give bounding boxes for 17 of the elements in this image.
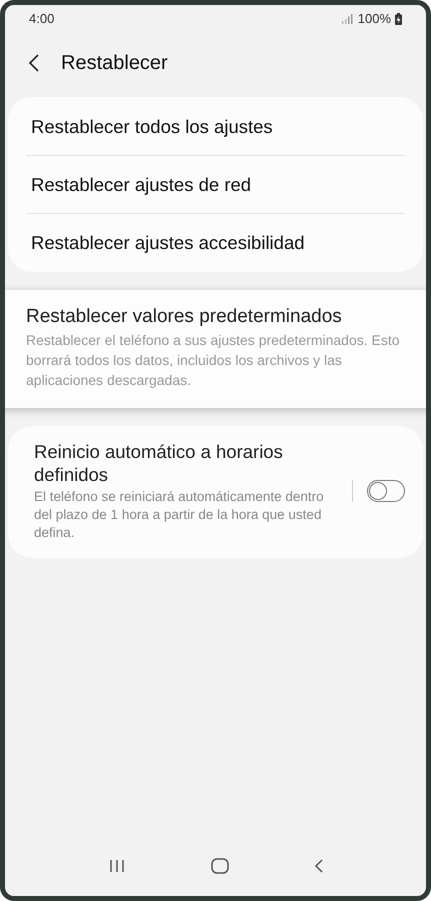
- option-title: Reinicio automático a horarios definidos: [34, 440, 284, 486]
- option-description: Restablecer el teléfono a sus ajustes predeterminados. Esto borrará todos los datos, incluidos los archivos y las aplicaciones descargadas.: [26, 331, 401, 390]
- option-description: El teléfono se reiniciará automáticamente dentro del plazo de 1 hora a partir de la hora que usted defina.: [34, 488, 325, 542]
- signal-icon: [342, 14, 354, 24]
- page-title: Restablecer: [61, 51, 168, 76]
- menu-item[interactable]: Restablecer ajustes de red: [31, 170, 252, 198]
- option-title: Restablecer valores predeterminados: [26, 305, 343, 329]
- menu-item[interactable]: Restablecer todos los ajustes: [31, 112, 273, 140]
- menu-item[interactable]: Restablecer ajustes accesibilidad: [31, 228, 305, 256]
- status-time: 4:00: [29, 10, 54, 28]
- home-button[interactable]: [210, 856, 230, 876]
- battery-charging-icon: [395, 12, 402, 24]
- back-nav-button[interactable]: [312, 858, 324, 874]
- auto-restart-card[interactable]: Reinicio automático a horarios definidos El teléfono se reiniciará automáticamente dentro del plazo de 1 hora a partir de la hora que usted defina.: [8, 426, 423, 558]
- highlighted-card[interactable]: Restablecer valores predeterminados Restablecer el teléfono a sus ajustes predeterminados. Esto borrará todos los datos, incluidos los archivos y las aplicaciones descargadas.: [5, 290, 426, 408]
- toggle-switch[interactable]: [367, 480, 405, 502]
- battery-percent: 100%: [358, 10, 391, 28]
